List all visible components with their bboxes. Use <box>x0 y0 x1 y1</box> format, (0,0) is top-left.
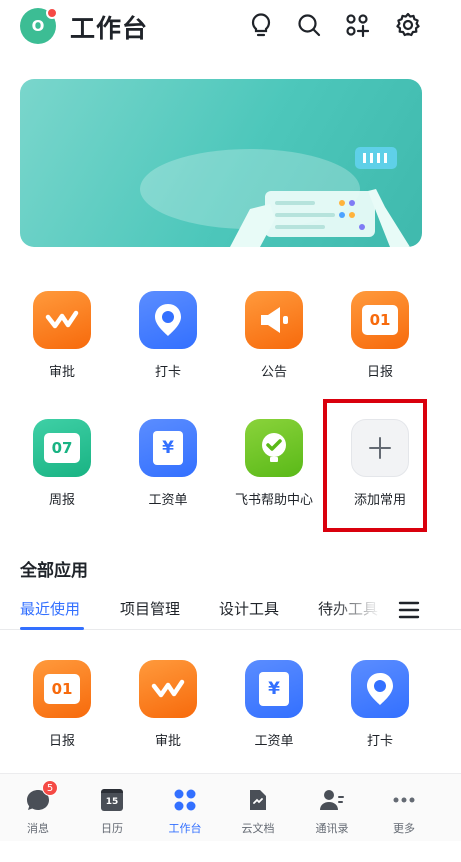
app-label: 公告 <box>260 365 287 380</box>
banner-illustration <box>140 147 410 247</box>
nav-calendar[interactable]: 15 日历 <box>82 786 142 836</box>
apps-add-icon[interactable] <box>340 8 374 42</box>
weekly-report-icon: 07 <box>33 419 91 477</box>
app-label: 审批 <box>154 734 181 749</box>
payslip-icon: ¥ <box>245 660 303 718</box>
nav-label: 日历 <box>101 822 123 835</box>
banner[interactable] <box>20 79 422 247</box>
app-label: 工资单 <box>254 734 294 749</box>
nav-label: 工作台 <box>168 822 202 835</box>
daily-report-icon: 01 <box>351 291 409 349</box>
app-help-center[interactable]: 飞书帮助中心 <box>226 419 322 511</box>
app-daily-report[interactable]: 01 日报 <box>332 291 428 383</box>
calendar-icon: 15 <box>98 786 126 814</box>
tab-design-tools[interactable]: 设计工具 <box>219 598 279 619</box>
app-checkin[interactable]: 打卡 <box>120 291 216 383</box>
nav-workplace[interactable]: 工作台 <box>155 786 215 836</box>
recent-app-daily-report[interactable]: 01 日报 <box>14 660 110 752</box>
section-title: 全部应用 <box>20 561 88 581</box>
app-label: 日报 <box>366 365 393 380</box>
nav-contacts[interactable]: 通讯录 <box>302 786 362 836</box>
app-label: 工资单 <box>148 493 188 508</box>
checkin-icon <box>351 660 409 718</box>
app-label: 周报 <box>48 493 75 508</box>
app-label: 飞书帮助中心 <box>234 493 313 508</box>
more-icon <box>390 786 418 814</box>
app-weekly-report[interactable]: 07 周报 <box>14 419 110 511</box>
recent-app-approval[interactable]: 审批 <box>120 660 216 752</box>
page-title: 工作台 <box>70 14 149 43</box>
unread-badge: 5 <box>42 780 58 796</box>
lightbulb-icon[interactable] <box>244 8 278 42</box>
nav-label: 更多 <box>393 822 415 835</box>
app-label: 日报 <box>48 734 75 749</box>
nav-label: 通讯录 <box>315 822 349 835</box>
status-dot <box>46 7 58 19</box>
app-label: 打卡 <box>154 365 181 380</box>
workplace-icon <box>171 786 199 814</box>
active-tab-indicator <box>20 627 84 630</box>
help-center-icon <box>245 419 303 477</box>
app-payslip[interactable]: ¥ 工资单 <box>120 419 216 511</box>
menu-icon[interactable] <box>398 600 420 620</box>
contacts-icon <box>318 786 346 814</box>
app-label: 审批 <box>48 365 75 380</box>
tab-fade <box>330 594 390 628</box>
message-icon: 5 <box>24 780 58 814</box>
app-approval[interactable]: 审批 <box>14 291 110 383</box>
docs-icon <box>244 786 272 814</box>
avatar-letter: O <box>31 17 45 35</box>
nav-messages[interactable]: 5 消息 <box>8 780 68 836</box>
tab-recent[interactable]: 最近使用 <box>20 598 80 619</box>
announcement-icon <box>245 291 303 349</box>
app-label: 打卡 <box>366 734 393 749</box>
nav-more[interactable]: 更多 <box>374 786 434 836</box>
tab-project-management[interactable]: 项目管理 <box>120 598 180 619</box>
nav-label: 消息 <box>27 822 49 835</box>
daily-report-icon: 01 <box>33 660 91 718</box>
header: O 工作台 <box>0 0 461 50</box>
checkin-icon <box>139 291 197 349</box>
nav-label: 云文档 <box>241 822 275 835</box>
search-icon[interactable] <box>292 8 326 42</box>
app-announcement[interactable]: 公告 <box>226 291 322 383</box>
avatar[interactable]: O <box>20 7 58 44</box>
nav-docs[interactable]: 云文档 <box>228 786 288 836</box>
approval-icon <box>139 660 197 718</box>
highlight-box <box>323 399 427 532</box>
tab-bar: 最近使用 项目管理 设计工具 待办工具 <box>0 594 461 630</box>
payslip-icon: ¥ <box>139 419 197 477</box>
bottom-nav: 5 消息 15 日历 工作台 云文档 通讯录 更多 <box>0 773 461 841</box>
settings-icon[interactable] <box>391 8 425 42</box>
recent-app-checkin[interactable]: 打卡 <box>332 660 428 752</box>
approval-icon <box>33 291 91 349</box>
recent-app-payslip[interactable]: ¥ 工资单 <box>226 660 322 752</box>
